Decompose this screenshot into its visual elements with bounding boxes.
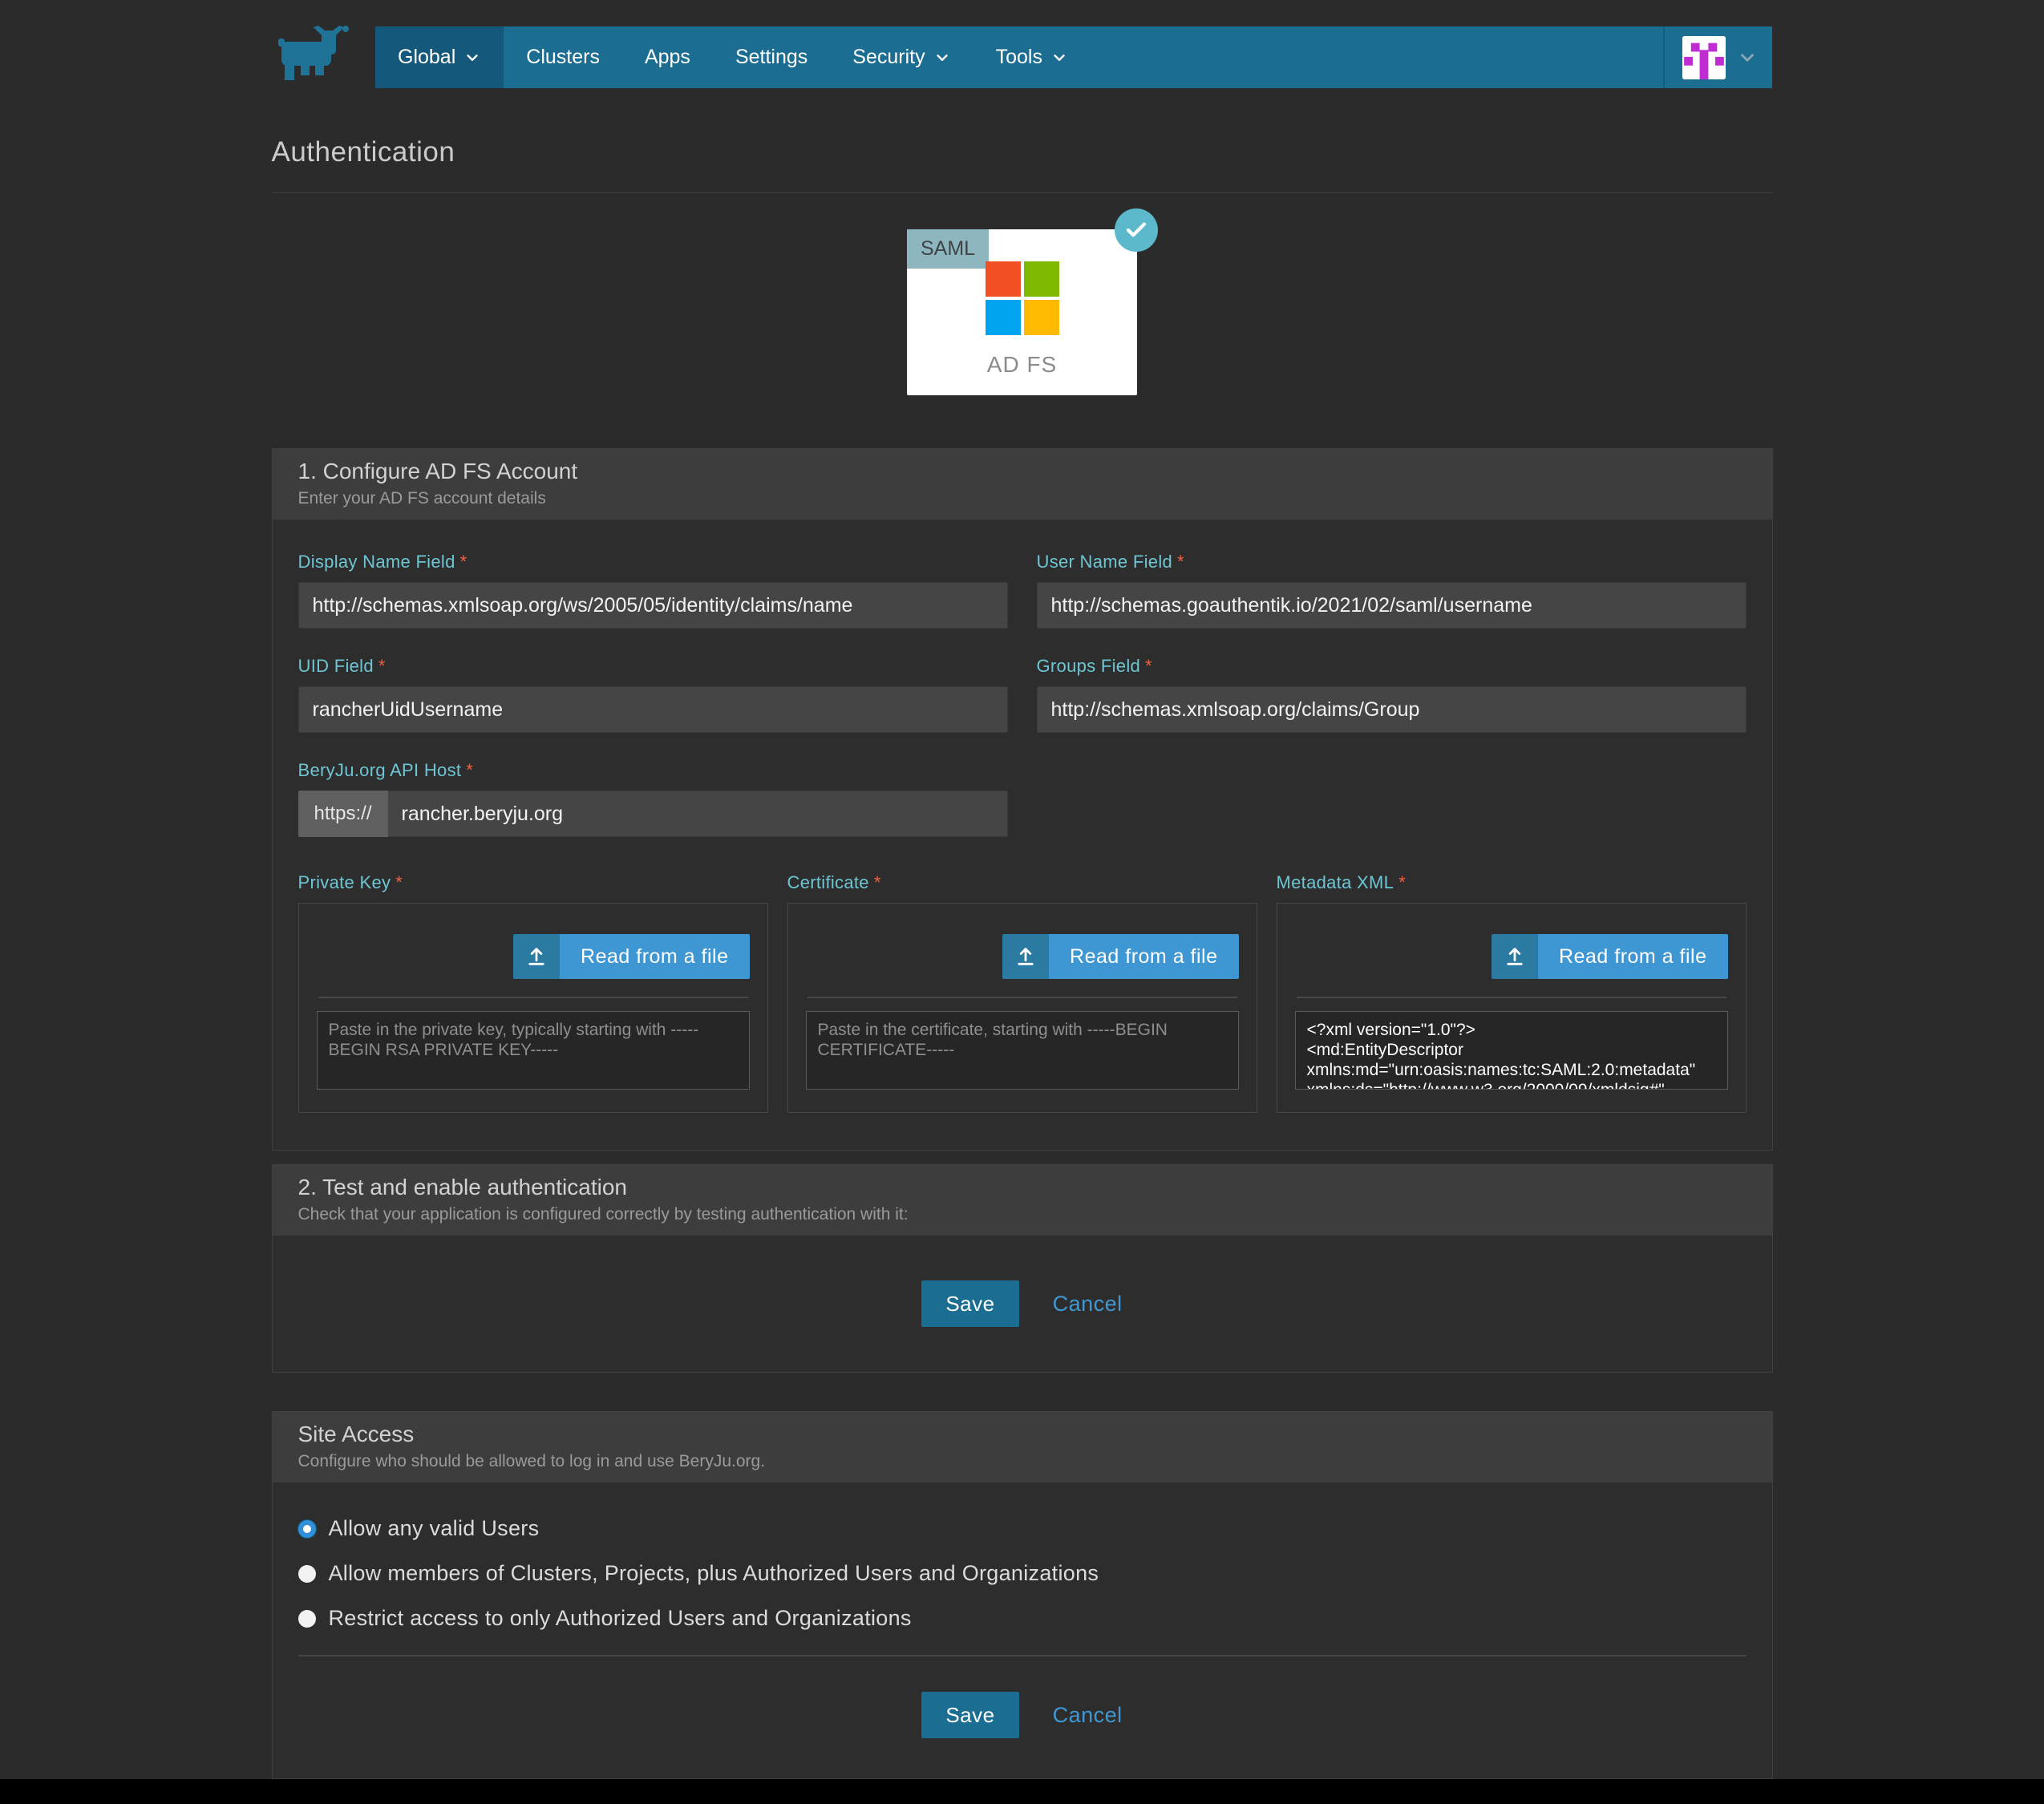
section-site-access: Site Access Configure who should be allo… (272, 1411, 1773, 1779)
chevron-down-icon (1050, 49, 1068, 67)
section-test-authentication: 2. Test and enable authentication Check … (272, 1164, 1773, 1373)
page: Global Clusters Apps Settings Security T… (0, 0, 2044, 1804)
metadata-xml-textarea[interactable]: <?xml version="1.0"?> <md:EntityDescript… (1295, 1011, 1728, 1090)
section1-title: 1. Configure AD FS Account (298, 459, 1747, 484)
nav-item-label: Security (852, 46, 925, 69)
site-access-save-button[interactable]: Save (921, 1692, 1018, 1738)
footer: v2.5.5 English Download CLI (0, 1779, 2044, 1804)
site-access-title: Site Access (298, 1422, 1747, 1447)
display-name-field-input[interactable] (298, 582, 1008, 629)
certificate-textarea[interactable] (806, 1011, 1239, 1090)
file-box-divider (318, 997, 748, 998)
radio-label: Restrict access to only Authorized Users… (329, 1606, 912, 1631)
section1-subtitle: Enter your AD FS account details (298, 489, 1747, 508)
page-title: Authentication (272, 88, 1773, 168)
selected-check-icon (1115, 208, 1158, 252)
nav-item-tools[interactable]: Tools (973, 26, 1091, 88)
metadata-xml-read-file-button[interactable]: Read from a file (1492, 934, 1727, 979)
nav-item-label: Global (398, 46, 455, 69)
nav-item-label: Settings (735, 46, 807, 69)
radio-option-allow-members[interactable]: Allow members of Clusters, Projects, plu… (298, 1561, 1747, 1586)
radio-label: Allow members of Clusters, Projects, plu… (329, 1561, 1099, 1586)
site-access-header: Site Access Configure who should be allo… (273, 1412, 1772, 1482)
required-marker: * (395, 872, 403, 892)
nav-item-clusters[interactable]: Clusters (504, 26, 622, 88)
section2-header: 2. Test and enable authentication Check … (273, 1165, 1772, 1236)
radio-dot-0[interactable] (298, 1520, 316, 1538)
file-box-divider (1297, 997, 1726, 998)
certificate-read-file-button[interactable]: Read from a file (1002, 934, 1238, 979)
radio-option-restrict[interactable]: Restrict access to only Authorized Users… (298, 1606, 1747, 1631)
nav-item-security[interactable]: Security (830, 26, 973, 88)
private-key-label: Private Key (298, 872, 391, 892)
radio-label: Allow any valid Users (329, 1516, 540, 1541)
title-divider (272, 192, 1773, 193)
api-host-label: BeryJu.org API Host (298, 760, 462, 780)
private-key-textarea[interactable] (317, 1011, 750, 1090)
auth-provider-card-adfs[interactable]: SAML AD FS (907, 229, 1137, 395)
read-file-button-label: Read from a file (560, 934, 749, 979)
nav-item-label: Clusters (526, 46, 600, 69)
provider-name: AD FS (907, 352, 1137, 378)
groups-field-label: Groups Field (1037, 656, 1141, 676)
nav-item-label: Tools (996, 46, 1042, 69)
upload-icon (1002, 934, 1049, 979)
required-marker: * (460, 552, 467, 572)
display-name-field-label: Display Name Field (298, 552, 455, 572)
certificate-box: Read from a file (787, 903, 1257, 1113)
metadata-xml-label: Metadata XML (1277, 872, 1394, 892)
private-key-read-file-button[interactable]: Read from a file (513, 934, 749, 979)
file-box-divider (807, 997, 1237, 998)
metadata-xml-box: Read from a file <?xml version="1.0"?> <… (1277, 903, 1747, 1113)
required-marker: * (378, 656, 386, 676)
rancher-logo[interactable] (277, 22, 365, 80)
groups-field-input[interactable] (1037, 686, 1747, 733)
https-prefix-addon: https:// (298, 791, 388, 837)
chevron-down-icon (933, 49, 951, 67)
top-bar: Global Clusters Apps Settings Security T… (0, 0, 2044, 88)
save-button[interactable]: Save (921, 1280, 1018, 1327)
section-configure-account: 1. Configure AD FS Account Enter your AD… (272, 448, 1773, 1151)
required-marker: * (874, 872, 881, 892)
chevron-down-icon (1737, 47, 1758, 68)
read-file-button-label: Read from a file (1538, 934, 1727, 979)
user-menu[interactable] (1663, 26, 1772, 88)
cancel-link[interactable]: Cancel (1053, 1292, 1123, 1317)
microsoft-logo-icon (986, 261, 1059, 335)
section1-header: 1. Configure AD FS Account Enter your AD… (273, 449, 1772, 520)
site-access-subtitle: Configure who should be allowed to log i… (298, 1452, 1747, 1471)
site-access-cancel-link[interactable]: Cancel (1053, 1703, 1123, 1728)
radio-dot-1[interactable] (298, 1565, 316, 1583)
api-host-input[interactable] (388, 791, 1008, 837)
main-navbar: Global Clusters Apps Settings Security T… (375, 26, 1772, 88)
radio-option-allow-any[interactable]: Allow any valid Users (298, 1516, 1747, 1541)
required-marker: * (1398, 872, 1406, 892)
chevron-down-icon (463, 49, 481, 67)
read-file-button-label: Read from a file (1049, 934, 1238, 979)
user-name-field-input[interactable] (1037, 582, 1747, 629)
required-marker: * (1145, 656, 1152, 676)
private-key-box: Read from a file (298, 903, 768, 1113)
required-marker: * (1177, 552, 1184, 572)
uid-field-label: UID Field (298, 656, 374, 676)
user-name-field-label: User Name Field (1037, 552, 1173, 572)
nav-item-label: Apps (645, 46, 690, 69)
nav-item-settings[interactable]: Settings (713, 26, 830, 88)
navbar-separator (1663, 26, 1665, 88)
nav-item-global[interactable]: Global (375, 26, 504, 88)
certificate-label: Certificate (787, 872, 869, 892)
section2-title: 2. Test and enable authentication (298, 1175, 1747, 1200)
section2-subtitle: Check that your application is configure… (298, 1205, 1747, 1224)
radio-dot-2[interactable] (298, 1610, 316, 1628)
upload-icon (1492, 934, 1538, 979)
saml-badge: SAML (907, 229, 989, 269)
main-content: Authentication SAML AD FS (0, 88, 2044, 1779)
upload-icon (513, 934, 560, 979)
required-marker: * (466, 760, 473, 780)
avatar (1682, 36, 1726, 79)
nav-item-apps[interactable]: Apps (622, 26, 713, 88)
uid-field-input[interactable] (298, 686, 1008, 733)
